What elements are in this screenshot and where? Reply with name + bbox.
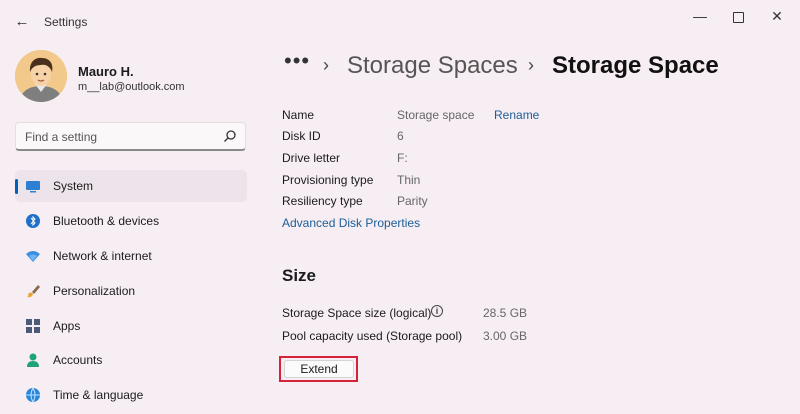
apps-icon	[26, 319, 40, 333]
system-icon	[26, 181, 40, 193]
brush-icon	[27, 285, 40, 298]
pool-capacity-label: Pool capacity used (Storage pool)	[282, 329, 463, 343]
search-input[interactable]: Find a setting	[15, 122, 246, 151]
logical-size-value: 28.5 GB	[483, 306, 528, 320]
chevron-right-icon: ›	[323, 55, 329, 75]
name-value: Storage space	[397, 108, 475, 122]
globe-icon	[26, 387, 40, 403]
provisioning-type-value: Thin	[397, 173, 421, 187]
search-placeholder: Find a setting	[25, 130, 98, 144]
sidebar-item-time-language[interactable]: Time & language	[15, 379, 247, 411]
resiliency-type-label: Resiliency type	[282, 194, 363, 208]
active-indicator	[15, 179, 18, 194]
pool-capacity-value: 3.00 GB	[483, 329, 528, 343]
sidebar-item-apps[interactable]: Apps	[15, 310, 247, 342]
sidebar-item-label: Network & internet	[53, 249, 152, 263]
page-title: Storage Space	[552, 52, 719, 79]
sidebar-item-label: Time & language	[53, 388, 144, 402]
info-icon[interactable]: i	[431, 305, 443, 317]
name-label: Name	[282, 108, 315, 122]
chevron-right-icon: ›	[528, 55, 534, 75]
minimize-icon[interactable]: —	[683, 6, 717, 26]
extend-button[interactable]: Extend	[284, 360, 354, 378]
avatar[interactable]	[15, 50, 67, 102]
wifi-icon	[26, 251, 40, 262]
disk-id-value: 6	[397, 129, 404, 143]
title-bar: ← Settings — ✕	[0, 0, 800, 44]
logical-size-label: Storage Space size (logical)	[282, 306, 432, 320]
sidebar-item-label: Accounts	[53, 353, 103, 367]
user-name: Mauro H.	[78, 64, 134, 79]
maximize-icon[interactable]	[721, 6, 755, 26]
search-icon[interactable]	[223, 129, 237, 143]
bluetooth-icon	[26, 214, 40, 228]
user-email: m__lab@outlook.com	[78, 81, 185, 93]
rename-link[interactable]: Rename	[494, 108, 539, 122]
person-icon	[27, 353, 39, 367]
sidebar-item-accounts[interactable]: Accounts	[15, 344, 247, 376]
back-arrow-icon[interactable]: ←	[12, 12, 32, 32]
close-icon[interactable]: ✕	[760, 6, 794, 26]
sidebar-item-label: System	[53, 179, 94, 193]
drive-letter-value: F:	[397, 151, 408, 165]
disk-id-label: Disk ID	[282, 129, 321, 143]
advanced-disk-properties-link[interactable]: Advanced Disk Properties	[282, 216, 420, 230]
sidebar-item-system[interactable]: System	[15, 170, 247, 202]
sidebar-item-network[interactable]: Network & internet	[15, 240, 247, 272]
resiliency-type-value: Parity	[397, 194, 428, 208]
sidebar-item-label: Personalization	[53, 284, 136, 298]
app-title: Settings	[44, 15, 88, 29]
breadcrumb-overflow-button[interactable]: •••	[284, 48, 310, 74]
size-section-title: Size	[282, 266, 317, 285]
sidebar-item-label: Apps	[53, 319, 81, 333]
sidebar-item-personalization[interactable]: Personalization	[15, 275, 247, 307]
provisioning-type-label: Provisioning type	[282, 173, 374, 187]
sidebar-item-bluetooth[interactable]: Bluetooth & devices	[15, 205, 247, 237]
breadcrumb-storage-spaces[interactable]: Storage Spaces	[347, 52, 518, 80]
sidebar-item-label: Bluetooth & devices	[53, 214, 160, 228]
drive-letter-label: Drive letter	[282, 151, 341, 165]
